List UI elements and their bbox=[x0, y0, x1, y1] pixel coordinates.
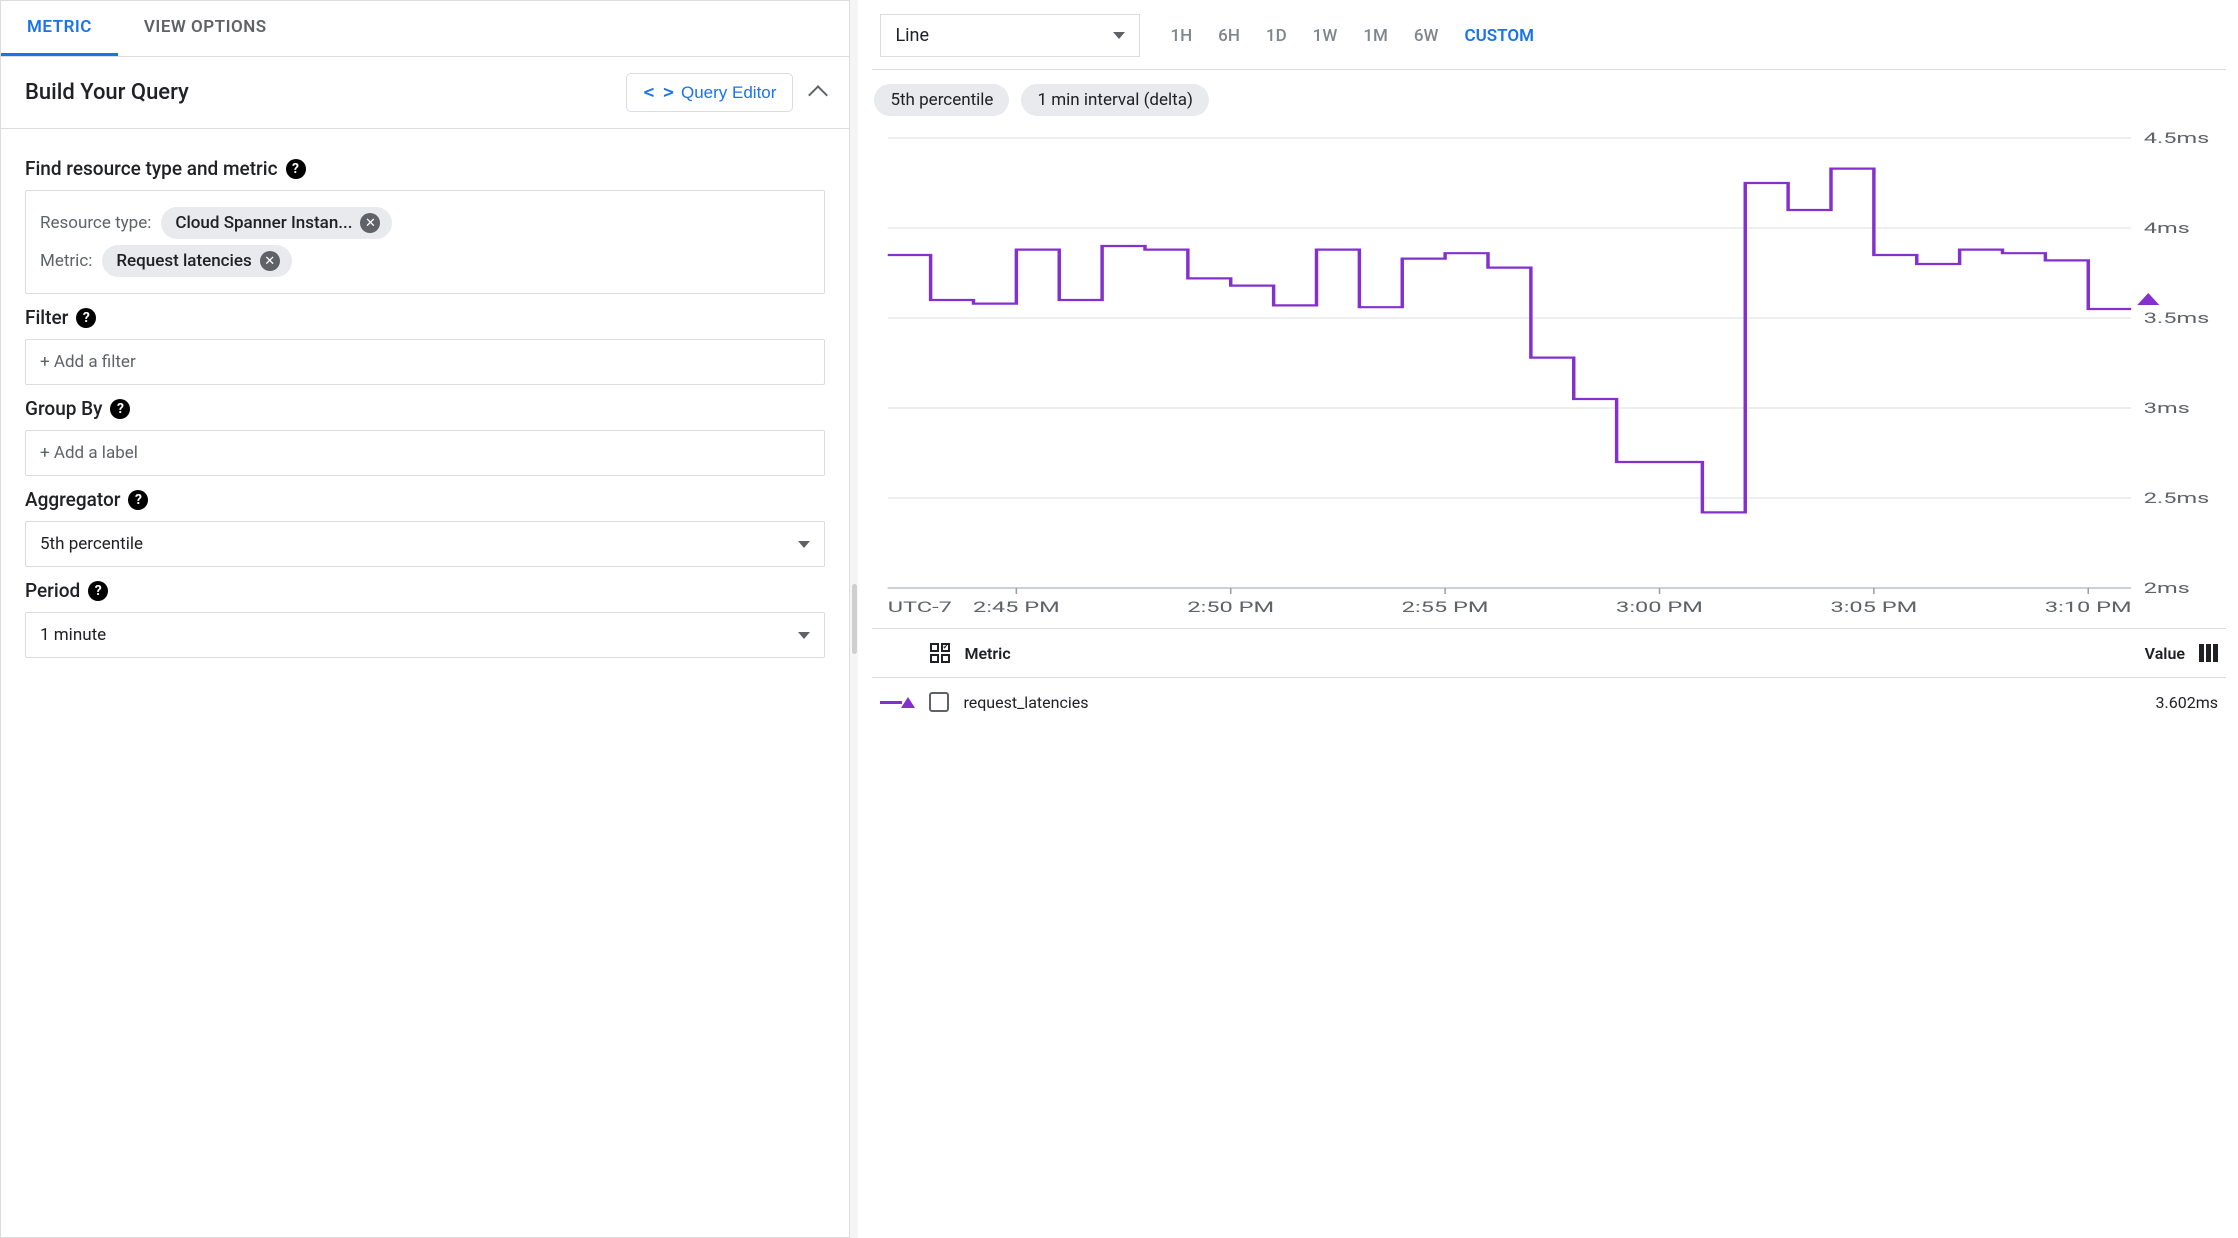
collapse-chevron-icon[interactable] bbox=[809, 85, 829, 105]
left-panel: METRIC VIEW OPTIONS Build Your Query < >… bbox=[0, 0, 850, 1238]
filter-input[interactable]: + Add a filter bbox=[25, 339, 825, 385]
columns-icon[interactable] bbox=[2199, 644, 2218, 662]
legend-header: Metric Value bbox=[872, 628, 2226, 677]
find-metric-label: Find resource type and metric bbox=[25, 157, 278, 180]
close-icon[interactable]: ✕ bbox=[260, 251, 280, 271]
dropdown-icon bbox=[798, 541, 810, 548]
svg-text:3:10 PM: 3:10 PM bbox=[2045, 598, 2132, 615]
help-icon[interactable]: ? bbox=[110, 399, 130, 419]
metric-label: Metric: bbox=[40, 251, 92, 271]
legend-value-col: Value bbox=[2145, 644, 2185, 663]
dropdown-icon bbox=[1113, 32, 1125, 39]
range-1w[interactable]: 1W bbox=[1313, 26, 1338, 46]
aggregator-label: Aggregator bbox=[25, 488, 120, 511]
help-icon[interactable]: ? bbox=[128, 490, 148, 510]
svg-text:4.5ms: 4.5ms bbox=[2144, 129, 2210, 146]
range-6w[interactable]: 6W bbox=[1414, 26, 1439, 46]
line-chart: 2ms 2.5ms 3ms 3.5ms 4ms 4.5ms 2:45 PM 2:50 PM 2:… bbox=[872, 128, 2226, 628]
resource-type-value: Cloud Spanner Instan... bbox=[175, 213, 352, 233]
svg-text:2ms: 2ms bbox=[2144, 579, 2190, 596]
code-icon: < > bbox=[643, 82, 673, 103]
resize-grip-icon bbox=[852, 584, 857, 654]
help-icon[interactable]: ? bbox=[76, 308, 96, 328]
tab-view-options[interactable]: VIEW OPTIONS bbox=[118, 1, 293, 56]
build-query-header: Build Your Query < > Query Editor bbox=[1, 57, 849, 129]
left-tabs: METRIC VIEW OPTIONS bbox=[1, 1, 849, 57]
metric-chip[interactable]: Request latencies ✕ bbox=[102, 245, 291, 277]
chart-area[interactable]: 2ms 2.5ms 3ms 3.5ms 4ms 4.5ms 2:45 PM 2:50 PM 2:… bbox=[872, 128, 2226, 628]
period-select[interactable]: 1 minute bbox=[25, 612, 825, 658]
series-checkbox[interactable] bbox=[929, 692, 949, 712]
query-editor-label: Query Editor bbox=[681, 83, 776, 103]
svg-text:4ms: 4ms bbox=[2144, 219, 2190, 236]
svg-text:UTC-7: UTC-7 bbox=[888, 598, 952, 615]
interval-chip: 1 min interval (delta) bbox=[1021, 84, 1208, 116]
svg-text:3:00 PM: 3:00 PM bbox=[1617, 598, 1704, 615]
resource-type-label: Resource type: bbox=[40, 213, 151, 233]
chart-type-value: Line bbox=[895, 25, 929, 46]
period-value: 1 minute bbox=[40, 625, 106, 645]
dropdown-icon bbox=[798, 632, 810, 639]
svg-text:2:45 PM: 2:45 PM bbox=[973, 598, 1060, 615]
range-1m[interactable]: 1M bbox=[1363, 26, 1388, 46]
range-custom[interactable]: CUSTOM bbox=[1464, 26, 1533, 46]
series-value: 3.602ms bbox=[2156, 693, 2218, 712]
filter-label: Filter bbox=[25, 306, 68, 329]
right-panel: Line 1H 6H 1D 1W 1M 6W CUSTOM 5th percentile 1… bbox=[858, 0, 2238, 1238]
query-editor-button[interactable]: < > Query Editor bbox=[626, 73, 793, 112]
range-1h[interactable]: 1H bbox=[1170, 26, 1192, 46]
svg-text:3.5ms: 3.5ms bbox=[2144, 309, 2210, 326]
svg-text:2.5ms: 2.5ms bbox=[2144, 489, 2210, 506]
svg-text:2:50 PM: 2:50 PM bbox=[1188, 598, 1275, 615]
svg-text:3:05 PM: 3:05 PM bbox=[1831, 598, 1918, 615]
layout-grid-icon[interactable] bbox=[930, 643, 950, 663]
resource-metric-box[interactable]: Resource type: Cloud Spanner Instan... ✕… bbox=[25, 190, 825, 294]
aggregator-select[interactable]: 5th percentile bbox=[25, 521, 825, 567]
series-name: request_latencies bbox=[963, 693, 1088, 712]
help-icon[interactable]: ? bbox=[88, 581, 108, 601]
series-glyph-icon bbox=[880, 697, 915, 708]
chart-top-bar: Line 1H 6H 1D 1W 1M 6W CUSTOM bbox=[872, 0, 2226, 70]
close-icon[interactable]: ✕ bbox=[360, 213, 380, 233]
section-title: Build Your Query bbox=[25, 80, 189, 105]
chart-chips-row: 5th percentile 1 min interval (delta) bbox=[872, 70, 2226, 122]
help-icon[interactable]: ? bbox=[286, 159, 306, 179]
panel-resize-handle[interactable] bbox=[850, 0, 858, 1238]
period-label: Period bbox=[25, 579, 80, 602]
groupby-label: Group By bbox=[25, 397, 102, 420]
svg-text:2:55 PM: 2:55 PM bbox=[1402, 598, 1489, 615]
svg-text:3ms: 3ms bbox=[2144, 399, 2190, 416]
metric-value: Request latencies bbox=[116, 251, 251, 271]
tab-metric[interactable]: METRIC bbox=[1, 1, 118, 56]
legend-metric-col: Metric bbox=[964, 644, 1010, 663]
time-range-group: 1H 6H 1D 1W 1M 6W CUSTOM bbox=[1170, 26, 1534, 46]
percentile-chip: 5th percentile bbox=[874, 84, 1009, 116]
range-6h[interactable]: 6H bbox=[1218, 26, 1240, 46]
chart-type-select[interactable]: Line bbox=[880, 14, 1140, 57]
resource-type-chip[interactable]: Cloud Spanner Instan... ✕ bbox=[161, 207, 392, 239]
groupby-input[interactable]: + Add a label bbox=[25, 430, 825, 476]
range-1d[interactable]: 1D bbox=[1266, 26, 1287, 46]
legend-row[interactable]: request_latencies 3.602ms bbox=[872, 677, 2226, 726]
aggregator-value: 5th percentile bbox=[40, 534, 143, 554]
